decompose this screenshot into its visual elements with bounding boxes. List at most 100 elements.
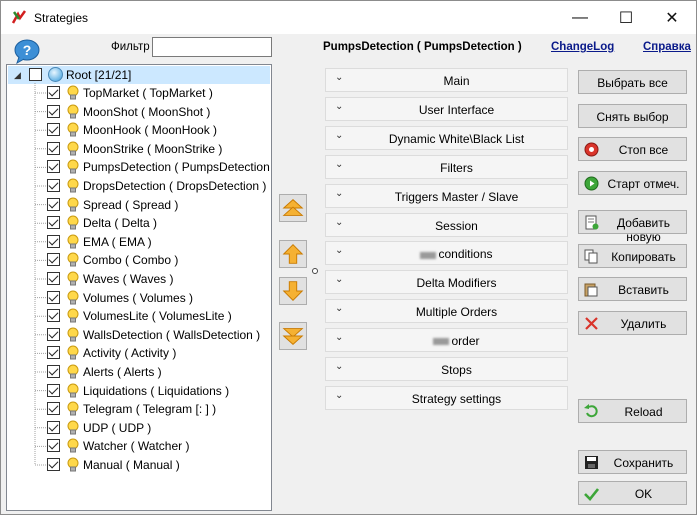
section-label: Delta Modifiers: [346, 276, 567, 290]
section-header[interactable]: ⌄ order: [325, 328, 568, 353]
select-all-button[interactable]: Выбрать все: [578, 70, 687, 94]
section-header[interactable]: ⌄ Delta Modifiers: [325, 270, 568, 295]
delete-button[interactable]: Удалить: [578, 311, 687, 335]
deselect-button[interactable]: Снять выбор: [578, 104, 687, 128]
tree-item-checkbox[interactable]: [47, 458, 60, 471]
tree-item[interactable]: Volumes ( Volumes ): [7, 289, 269, 307]
add-new-button[interactable]: Добавить новую: [578, 210, 687, 244]
move-top-icon: [282, 199, 304, 216]
save-label: Сохранить: [613, 456, 674, 470]
tree-item[interactable]: MoonHook ( MoonHook ): [7, 121, 269, 139]
tree-item-checkbox[interactable]: [47, 346, 60, 360]
tree-item-label: UDP ( UDP ): [83, 420, 152, 435]
tree-item[interactable]: EMA ( EMA ): [7, 233, 269, 251]
save-button[interactable]: Сохранить: [578, 450, 687, 474]
paste-button[interactable]: Вставить: [578, 277, 687, 301]
tree-item[interactable]: Liquidations ( Liquidations ): [7, 382, 269, 400]
tree-item-label: Volumes ( Volumes ): [83, 290, 194, 305]
tree-item[interactable]: MoonStrike ( MoonStrike ): [7, 140, 269, 158]
tree-item-checkbox[interactable]: [47, 272, 60, 285]
help-bubble-icon[interactable]: ?: [13, 38, 41, 64]
tree-item[interactable]: MoonShot ( MoonShot ): [7, 103, 269, 121]
section-label-text: Stops: [441, 363, 472, 377]
section-label: Main: [346, 74, 567, 88]
move-bottom-button[interactable]: [279, 322, 307, 350]
tree-item-checkbox[interactable]: [47, 216, 60, 230]
tree-item[interactable]: Telegram ( Telegram [: ] ): [7, 400, 269, 418]
section-header[interactable]: ⌄ Main: [325, 68, 568, 92]
tree-root-row[interactable]: ◢ Root [21/21]: [8, 66, 270, 84]
tree-item[interactable]: Manual ( Manual ): [7, 456, 269, 474]
tree-item-checkbox[interactable]: [47, 160, 60, 174]
move-down-button[interactable]: [279, 277, 307, 305]
tree-item[interactable]: PumpsDetection ( PumpsDetection ): [7, 158, 271, 176]
tree-item[interactable]: Spread ( Spread ): [7, 196, 269, 214]
title-bar[interactable]: Strategies — ☐ ✕: [1, 1, 696, 34]
tree-item[interactable]: Watcher ( Watcher ): [7, 437, 269, 455]
tree-item-checkbox[interactable]: [47, 327, 60, 341]
close-button[interactable]: ✕: [649, 1, 695, 34]
lightbulb-icon: [67, 271, 79, 286]
tree-item-checkbox[interactable]: [47, 253, 60, 267]
section-header[interactable]: ⌄ Dynamic White\Black List: [325, 125, 568, 150]
tree-item-checkbox[interactable]: [47, 197, 60, 211]
tree-item[interactable]: Combo ( Combo ): [7, 251, 269, 269]
chevron-down-icon: ⌄: [335, 187, 344, 199]
root-checkbox[interactable]: [29, 68, 42, 81]
copy-button[interactable]: Копировать: [578, 244, 687, 268]
tree-item-checkbox[interactable]: [47, 86, 60, 99]
tree-item-checkbox[interactable]: [47, 141, 60, 155]
tree-item-checkbox[interactable]: [47, 179, 60, 192]
tree-item[interactable]: TopMarket ( TopMarket ): [7, 84, 269, 102]
section-header[interactable]: ⌄ conditions: [325, 241, 568, 266]
tree-item-checkbox[interactable]: [47, 104, 60, 118]
collapse-icon[interactable]: ◢: [14, 70, 21, 81]
tree-item[interactable]: UDP ( UDP ): [7, 419, 269, 437]
minimize-button[interactable]: —: [557, 1, 603, 34]
chevron-down-icon: ⌄: [335, 216, 344, 228]
tree-item-label: Delta ( Delta ): [83, 216, 158, 231]
section-header[interactable]: ⌄ Filters: [325, 154, 568, 179]
tree-item-label: Watcher ( Watcher ): [83, 439, 190, 454]
section-header[interactable]: ⌄ Multiple Orders: [325, 299, 568, 324]
section-header[interactable]: ⌄ Session: [325, 212, 568, 237]
tree-item[interactable]: Waves ( Waves ): [7, 270, 269, 288]
section-header[interactable]: ⌄ Strategy settings: [325, 385, 568, 410]
tree-item-checkbox[interactable]: [47, 365, 60, 378]
reload-label: Reload: [624, 405, 663, 419]
strategy-tree[interactable]: ◢ Root [21/21] TopMarket ( TopMarket ) Mo…: [6, 64, 272, 511]
maximize-button[interactable]: ☐: [603, 1, 649, 34]
tree-item-checkbox[interactable]: [47, 234, 60, 248]
tree-item-checkbox[interactable]: [47, 439, 60, 453]
add-new-label: Добавить новую: [616, 216, 671, 244]
tree-item-checkbox[interactable]: [47, 309, 60, 323]
tree-item-label: Spread ( Spread ): [83, 197, 179, 212]
reload-button[interactable]: Reload: [578, 399, 687, 423]
tree-item-checkbox[interactable]: [47, 290, 60, 304]
section-header[interactable]: ⌄ Stops: [325, 357, 568, 381]
tree-item[interactable]: WallsDetection ( WallsDetection ): [7, 326, 269, 344]
section-header[interactable]: ⌄ User Interface: [325, 96, 568, 121]
tree-item-label: VolumesLite ( VolumesLite ): [83, 309, 232, 324]
tree-item-checkbox[interactable]: [47, 420, 60, 434]
splitter-handle[interactable]: [312, 268, 318, 274]
tree-item[interactable]: Activity ( Activity ): [7, 344, 269, 362]
lightbulb-icon: [67, 234, 79, 249]
tree-item[interactable]: Delta ( Delta ): [7, 214, 269, 232]
changelog-link[interactable]: ChangeLog: [551, 41, 614, 53]
section-header[interactable]: ⌄ Triggers Master / Slave: [325, 183, 568, 208]
stop-all-button[interactable]: Стоп все: [578, 137, 687, 161]
tree-item[interactable]: DropsDetection ( DropsDetection ): [7, 177, 269, 195]
filter-input[interactable]: [152, 37, 272, 57]
start-marked-button[interactable]: Старт отмеч.: [578, 171, 687, 195]
tree-item-checkbox[interactable]: [47, 383, 60, 397]
tree-item[interactable]: VolumesLite ( VolumesLite ): [7, 307, 269, 325]
ok-button[interactable]: OK: [578, 481, 687, 505]
tree-item[interactable]: Alerts ( Alerts ): [7, 363, 269, 381]
help-link[interactable]: Справка: [643, 41, 691, 53]
move-up-button[interactable]: [279, 240, 307, 268]
tree-item-checkbox[interactable]: [47, 123, 60, 137]
move-top-button[interactable]: [279, 194, 307, 222]
section-label-text: Strategy settings: [411, 391, 502, 406]
tree-item-checkbox[interactable]: [47, 402, 60, 416]
